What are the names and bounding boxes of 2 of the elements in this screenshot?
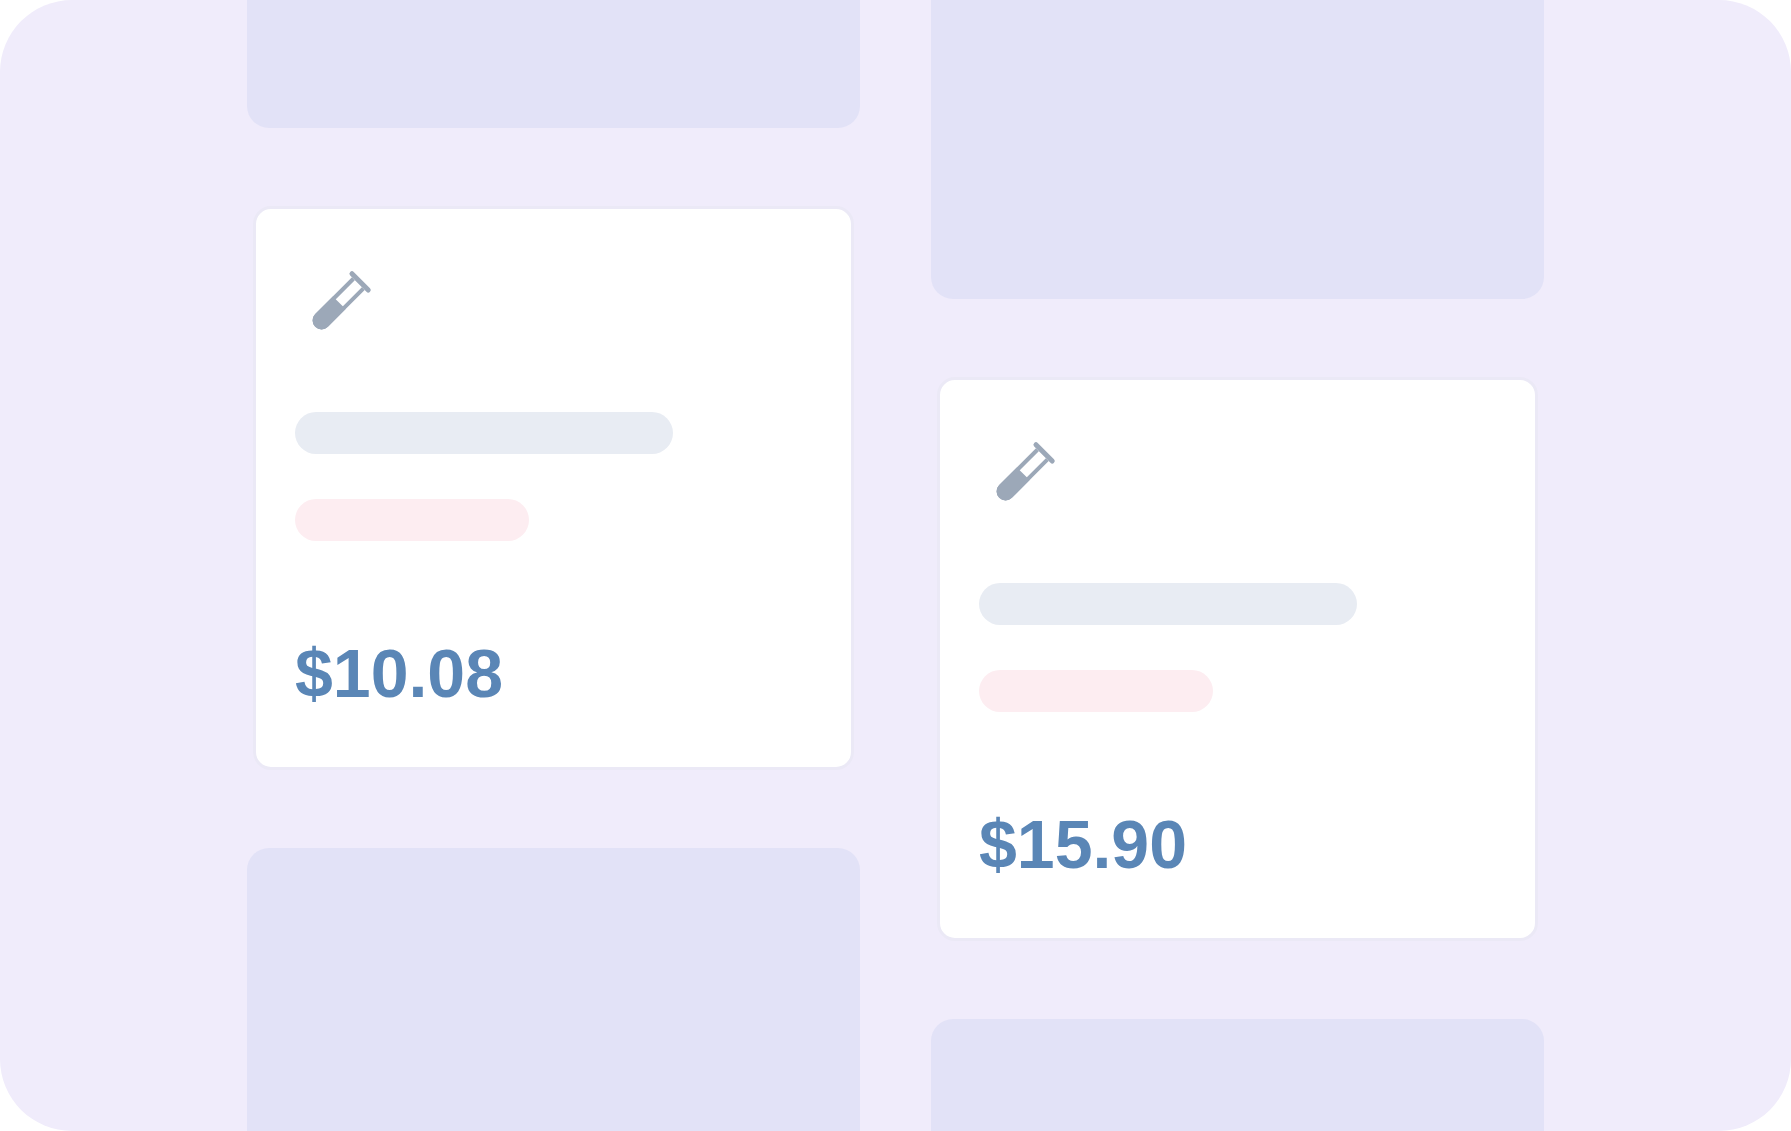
price-text: $10.08 (295, 639, 504, 707)
price-text: $15.90 (979, 810, 1188, 878)
